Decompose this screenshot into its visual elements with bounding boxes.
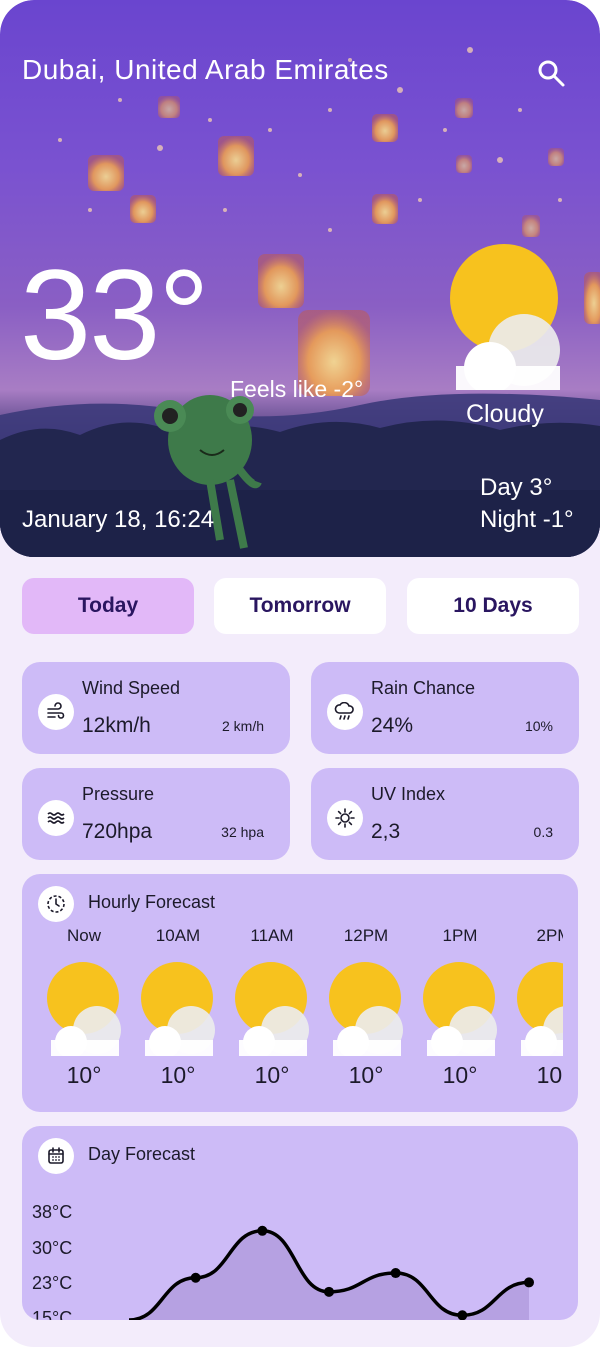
weather-hero: Dubai, United Arab Emirates 33° Feels li…: [0, 0, 600, 557]
pressure-card: Pressure 720hpa 32 hpa: [22, 768, 290, 860]
condition-text: Cloudy: [466, 400, 544, 428]
hour-item: 1PM 10°: [413, 926, 507, 1089]
pressure-value: 720hpa: [82, 820, 153, 843]
hour-time: Now: [66, 926, 101, 945]
date-time: January 18, 16:24: [22, 506, 215, 533]
hour-time: 1PM: [442, 926, 478, 945]
chart-point: [390, 1268, 401, 1279]
uv-index-value: 2,3: [371, 820, 401, 843]
rain-chance-label: Rain Chance: [371, 678, 476, 698]
uv-index-card: UV Index 2,3 0.3: [311, 768, 579, 860]
rain-chance-value: 24%: [371, 714, 414, 737]
city-name: Dubai, United Arab Emirates: [22, 54, 389, 85]
pressure-label: Pressure: [82, 784, 155, 804]
rain-cloud-icon: [327, 694, 363, 730]
clock-icon: [38, 886, 74, 922]
chart-area: [129, 1230, 529, 1320]
rain-chance-card: Rain Chance 24% 10%: [311, 662, 579, 754]
hour-temp: 10°: [66, 1062, 102, 1088]
hour-item: 2PM 10°: [507, 926, 563, 1089]
current-temperature: 33°: [20, 244, 210, 387]
search-icon[interactable]: [536, 58, 566, 88]
hour-temp: 10°: [536, 1062, 563, 1088]
hour-item: 12PM 10°: [319, 926, 413, 1089]
partly-cloudy-icon: [423, 962, 497, 1056]
hour-item: 10AM 10°: [131, 926, 225, 1089]
app-screen: Dubai, United Arab Emirates 33° Feels li…: [0, 0, 600, 1347]
partly-cloudy-icon: [47, 962, 121, 1056]
hourly-forecast-section: Hourly Forecast Now 10° 10AM 10° 11AM 10…: [22, 874, 578, 1112]
partly-cloudy-icon: [450, 244, 560, 390]
hour-time: 2PM: [536, 926, 563, 945]
hour-temp: 10°: [254, 1062, 290, 1088]
waves-icon: [38, 800, 74, 836]
wind-speed-value: 12km/h: [82, 714, 151, 737]
hour-temp: 10°: [442, 1062, 478, 1088]
day-temperature: Day 3°: [480, 474, 553, 501]
rain-chance-delta: 10%: [524, 718, 553, 734]
tab-today[interactable]: Today: [22, 578, 194, 634]
hour-item: 11AM 10°: [225, 926, 319, 1089]
hour-item: Now 10°: [37, 926, 131, 1089]
chart-point: [257, 1225, 268, 1236]
partly-cloudy-icon: [235, 962, 309, 1056]
hourly-list[interactable]: Now 10° 10AM 10° 11AM 10° 12PM 10° 1PM 1…: [22, 926, 563, 1106]
hour-time: 12PM: [343, 926, 389, 945]
partly-cloudy-icon: [517, 962, 563, 1056]
wind-icon: [38, 694, 74, 730]
uv-index-label: UV Index: [371, 784, 446, 804]
wind-speed-label: Wind Speed: [82, 678, 181, 698]
day-forecast-section: Day Forecast 38°C 30°C 23°C 15°C: [22, 1126, 578, 1320]
chart-point: [524, 1277, 534, 1288]
feels-like-text: Feels like -2°: [230, 376, 364, 402]
wind-speed-delta: 2 km/h: [221, 718, 264, 734]
tab-10-days[interactable]: 10 Days: [407, 578, 579, 634]
sun-icon: [327, 800, 363, 836]
hour-time: 11AM: [250, 926, 294, 945]
uv-index-delta: 0.3: [533, 824, 553, 840]
hour-temp: 10°: [348, 1062, 384, 1088]
hour-time: 10AM: [155, 926, 201, 945]
wind-speed-card: Wind Speed 12km/h 2 km/h: [22, 662, 290, 754]
pressure-delta: 32 hpa: [221, 824, 264, 840]
chart-point: [324, 1286, 334, 1297]
tab-tomorrow[interactable]: Tomorrow: [214, 578, 386, 634]
partly-cloudy-icon: [141, 962, 215, 1056]
chart-point: [457, 1310, 468, 1320]
day-forecast-chart: [128, 1225, 534, 1320]
partly-cloudy-icon: [329, 962, 403, 1056]
hourly-forecast-title: Hourly Forecast: [88, 892, 216, 912]
chart-point: [190, 1272, 201, 1283]
night-temperature: Night -1°: [480, 506, 574, 533]
hour-temp: 10°: [160, 1062, 196, 1088]
